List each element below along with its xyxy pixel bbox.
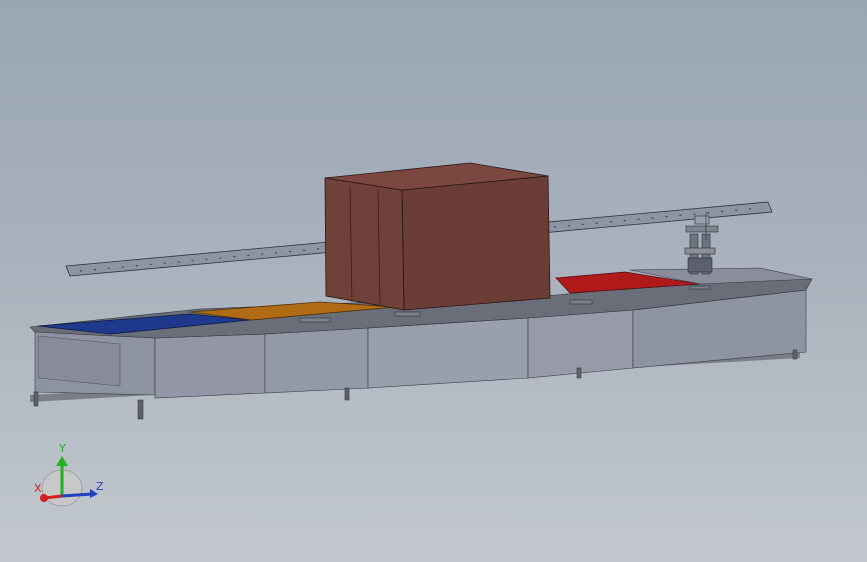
frame-front-panel-2 [154, 333, 266, 399]
housing-side-face [324, 177, 405, 311]
x-axis-label: X [34, 482, 42, 495]
gripper-assembly[interactable] [684, 212, 719, 275]
frame-front-panel-3 [264, 327, 369, 394]
assembly-model[interactable] [0, 0, 867, 562]
frame-end-inset [37, 335, 121, 387]
x-axis-head [40, 494, 48, 502]
housing-front-face[interactable] [401, 175, 551, 311]
y-axis-label: Y [58, 442, 66, 455]
z-axis-label: Z [96, 480, 104, 493]
z-axis-arrow [61, 492, 93, 498]
y-axis-head [56, 456, 68, 466]
graphics-viewport[interactable]: Y Z X [0, 0, 867, 562]
frame-front-panel-4 [367, 317, 529, 389]
view-orientation-triad[interactable]: Y Z X [30, 440, 110, 510]
